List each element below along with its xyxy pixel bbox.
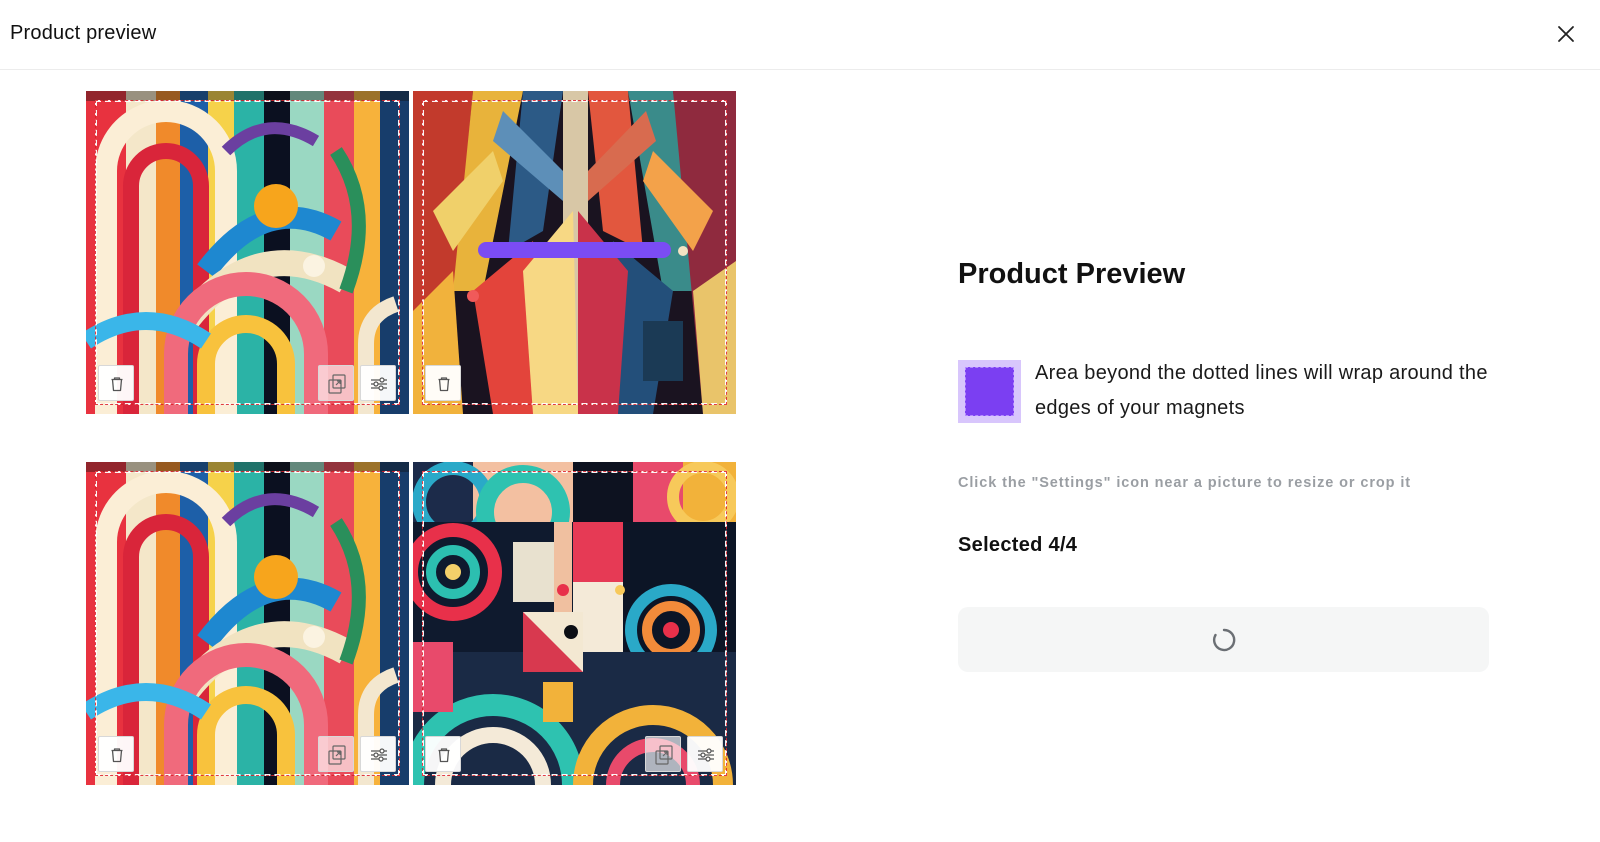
modal-header: Product preview: [0, 0, 1600, 70]
settings-sliders-icon: [361, 366, 397, 402]
replace-image-button[interactable]: [318, 365, 354, 401]
delete-button[interactable]: [98, 365, 134, 401]
modal-title: Product preview: [10, 22, 157, 44]
settings-button[interactable]: [360, 736, 396, 772]
trash-icon: [99, 737, 135, 773]
replace-image-icon: [319, 366, 355, 402]
delete-button[interactable]: [98, 736, 134, 772]
close-icon: [1558, 26, 1574, 42]
wrap-note: Area beyond the dotted lines will wrap a…: [1035, 362, 1488, 419]
upload-progress-bar: [478, 242, 671, 258]
delete-button[interactable]: [425, 365, 461, 401]
delete-button[interactable]: [425, 736, 461, 772]
magnet-tile[interactable]: [413, 462, 736, 785]
trash-icon: [426, 366, 462, 402]
panel-title: Product Preview: [958, 258, 1186, 290]
settings-button[interactable]: [360, 365, 396, 401]
replace-image-icon: [319, 737, 355, 773]
loading-spinner-icon: [1211, 627, 1237, 653]
settings-sliders-icon: [361, 737, 397, 773]
swatch-inner: [965, 367, 1014, 416]
settings-hint: Click the "Settings" icon near a picture…: [958, 475, 1411, 491]
close-button[interactable]: [1552, 20, 1580, 48]
trash-icon: [426, 737, 462, 773]
trash-icon: [99, 366, 135, 402]
replace-image-button[interactable]: [645, 736, 681, 772]
replace-image-button[interactable]: [318, 736, 354, 772]
settings-button[interactable]: [687, 736, 723, 772]
continue-button[interactable]: [958, 607, 1489, 672]
selection-count: Selected 4/4: [958, 534, 1078, 556]
wrap-area-swatch: [958, 360, 1021, 423]
magnet-tile[interactable]: [86, 91, 409, 414]
magnet-tile[interactable]: [86, 462, 409, 785]
settings-sliders-icon: [688, 737, 724, 773]
replace-image-icon: [646, 737, 682, 773]
magnet-tile[interactable]: [413, 91, 736, 414]
